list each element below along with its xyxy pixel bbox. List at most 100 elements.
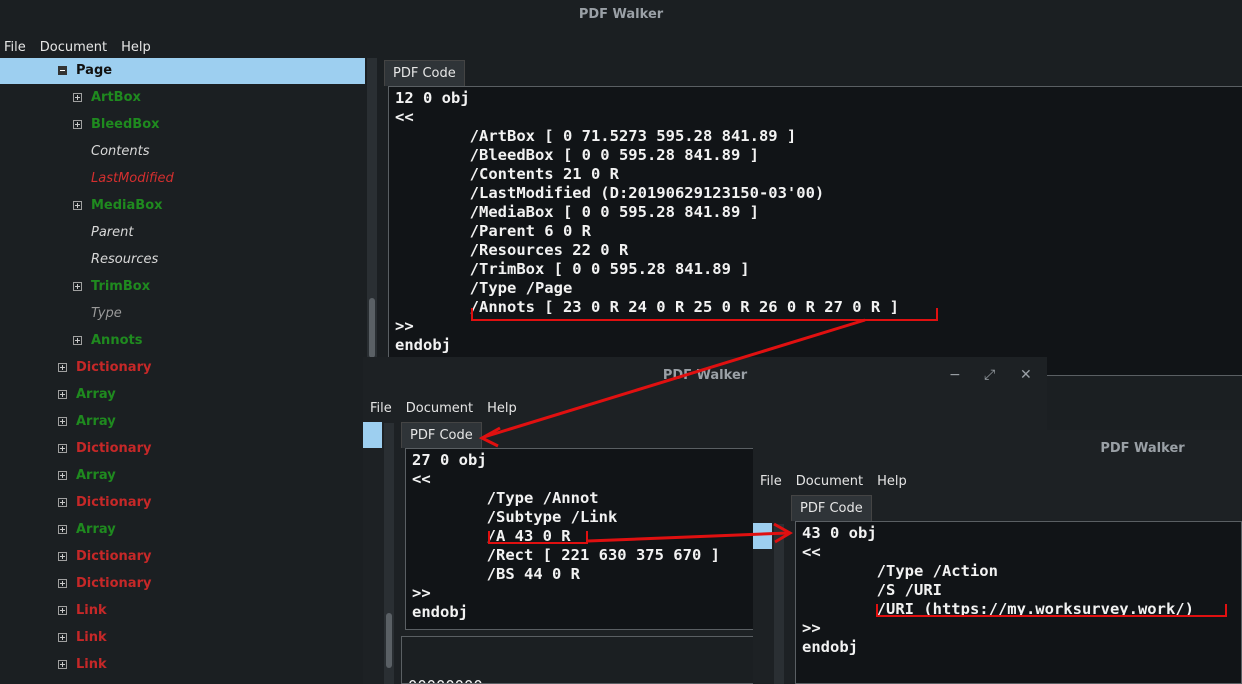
annot-menu-document[interactable]: Document [406, 401, 473, 416]
annot-menu-file[interactable]: File [370, 401, 392, 416]
tree-item[interactable]: Type [0, 301, 365, 327]
code-line: 43 0 obj [802, 524, 877, 542]
expand-icon[interactable] [58, 552, 67, 561]
object-tree[interactable]: Page ArtBox BleedBox Contents LastModified Me… [0, 58, 365, 684]
tree-item[interactable]: Dictionary [0, 436, 365, 462]
expand-icon[interactable] [73, 120, 82, 129]
tree-item-label: Dictionary [76, 495, 152, 510]
tree-item[interactable]: Parent [0, 220, 365, 246]
tree-item-label: Resources [91, 252, 159, 267]
expand-icon[interactable] [58, 633, 67, 642]
action-menu-bar: File Document Help [753, 470, 1242, 492]
tree-item-label: ArtBox [91, 90, 141, 105]
expand-icon[interactable] [58, 606, 67, 615]
annot-scrollbar[interactable] [384, 423, 394, 684]
code-line: endobj [412, 603, 468, 621]
maximize-icon[interactable]: ⤢ [984, 367, 995, 383]
annots-highlight [471, 308, 938, 321]
menu-file[interactable]: File [4, 40, 26, 55]
tree-item[interactable]: Dictionary [0, 355, 365, 381]
tree-item-label: Dictionary [76, 576, 152, 591]
tree-item[interactable]: Page [0, 58, 365, 84]
tree-item[interactable]: ArtBox [0, 85, 365, 111]
tree-item[interactable]: Contents [0, 139, 365, 165]
expand-icon[interactable] [58, 417, 67, 426]
annot-code-view[interactable]: 27 0 obj << /Type /Annot /Subtype /Link /… [405, 448, 805, 630]
tree-item[interactable]: Link [0, 625, 365, 651]
tree-item[interactable]: Link [0, 598, 365, 624]
code-line: /BleedBox [ 0 0 595.28 841.89 ] [395, 146, 759, 164]
tree-item[interactable]: Resources [0, 247, 365, 273]
menu-help[interactable]: Help [121, 40, 151, 55]
expand-icon[interactable] [58, 444, 67, 453]
tree-item-label: LastModified [91, 171, 174, 186]
action-tree-selection[interactable] [753, 523, 772, 549]
window-title: PDF Walker [578, 7, 664, 22]
tree-item[interactable]: BleedBox [0, 112, 365, 138]
action-tab-pdf-code[interactable]: PDF Code [791, 495, 872, 521]
annot-tree-selection[interactable] [363, 422, 382, 448]
tree-item[interactable]: MediaBox [0, 193, 365, 219]
menu-document[interactable]: Document [40, 40, 107, 55]
expand-icon[interactable] [58, 579, 67, 588]
annot-menu-bar: File Document Help [363, 397, 1047, 419]
annot-scroll-thumb[interactable] [386, 613, 392, 668]
tree-item[interactable]: Annots [0, 328, 365, 354]
tab-pdf-code[interactable]: PDF Code [384, 60, 465, 86]
expand-icon[interactable] [73, 93, 82, 102]
expand-icon[interactable] [58, 525, 67, 534]
annot-window-title: PDF Walker [662, 368, 748, 383]
tree-item[interactable]: LastModified [0, 166, 365, 192]
tree-scroll-thumb[interactable] [369, 298, 375, 358]
tree-item-label: Page [76, 63, 113, 78]
code-line: >> [802, 619, 821, 637]
annot-menu-help[interactable]: Help [487, 401, 517, 416]
code-line: /S /URI [802, 581, 942, 599]
code-line: /MediaBox [ 0 0 595.28 841.89 ] [395, 203, 759, 221]
action-menu-document[interactable]: Document [796, 474, 863, 489]
expand-icon[interactable] [58, 363, 67, 372]
code-line: endobj [802, 638, 858, 656]
tree-item[interactable]: Array [0, 409, 365, 435]
tree-item[interactable]: Link [0, 652, 365, 678]
tree-item-label: Array [76, 468, 116, 483]
annot-tab-pdf-code[interactable]: PDF Code [401, 422, 482, 448]
code-line: /LastModified (D:20190629123150-03'00) [395, 184, 825, 202]
action-menu-help[interactable]: Help [877, 474, 907, 489]
minimize-icon[interactable]: − [949, 367, 961, 383]
code-line: >> [412, 584, 431, 602]
tree-item[interactable]: Array [0, 463, 365, 489]
close-icon[interactable]: ✕ [1020, 367, 1032, 383]
tree-item-label: MediaBox [91, 198, 163, 213]
action-scrollbar[interactable] [774, 524, 784, 684]
action-menu-file[interactable]: File [760, 474, 782, 489]
code-line: endobj [395, 336, 451, 354]
tree-item[interactable]: Array [0, 382, 365, 408]
code-line: /Subtype /Link [412, 508, 618, 526]
tree-item[interactable]: Dictionary [0, 544, 365, 570]
action-ref-highlight [488, 531, 588, 544]
expand-icon[interactable] [73, 201, 82, 210]
expand-icon[interactable] [73, 282, 82, 291]
tree-item[interactable]: Dictionary [0, 490, 365, 516]
action-code-view[interactable]: 43 0 obj << /Type /Action /S /URI /URI (h… [795, 521, 1242, 684]
tree-item-label: Dictionary [76, 549, 152, 564]
tree-item[interactable]: Dictionary [0, 571, 365, 597]
code-line: << [412, 470, 431, 488]
code-line: /Rect [ 221 630 375 670 ] [412, 546, 720, 564]
tree-item-label: Contents [91, 144, 150, 159]
hex-view[interactable]: 00000000 [401, 636, 801, 684]
code-line: /BS 44 0 R [412, 565, 580, 583]
expand-icon[interactable] [58, 390, 67, 399]
expand-icon[interactable] [58, 471, 67, 480]
expand-icon[interactable] [73, 336, 82, 345]
code-line: << [802, 543, 821, 561]
pdf-code-view[interactable]: 12 0 obj << /ArtBox [ 0 71.5273 595.28 84… [388, 86, 1242, 376]
tree-item[interactable]: Array [0, 517, 365, 543]
menu-bar: File Document Help [0, 36, 1242, 58]
code-line: /TrimBox [ 0 0 595.28 841.89 ] [395, 260, 750, 278]
expand-icon[interactable] [58, 498, 67, 507]
tree-item[interactable]: TrimBox [0, 274, 365, 300]
collapse-icon[interactable] [58, 66, 67, 75]
expand-icon[interactable] [58, 660, 67, 669]
